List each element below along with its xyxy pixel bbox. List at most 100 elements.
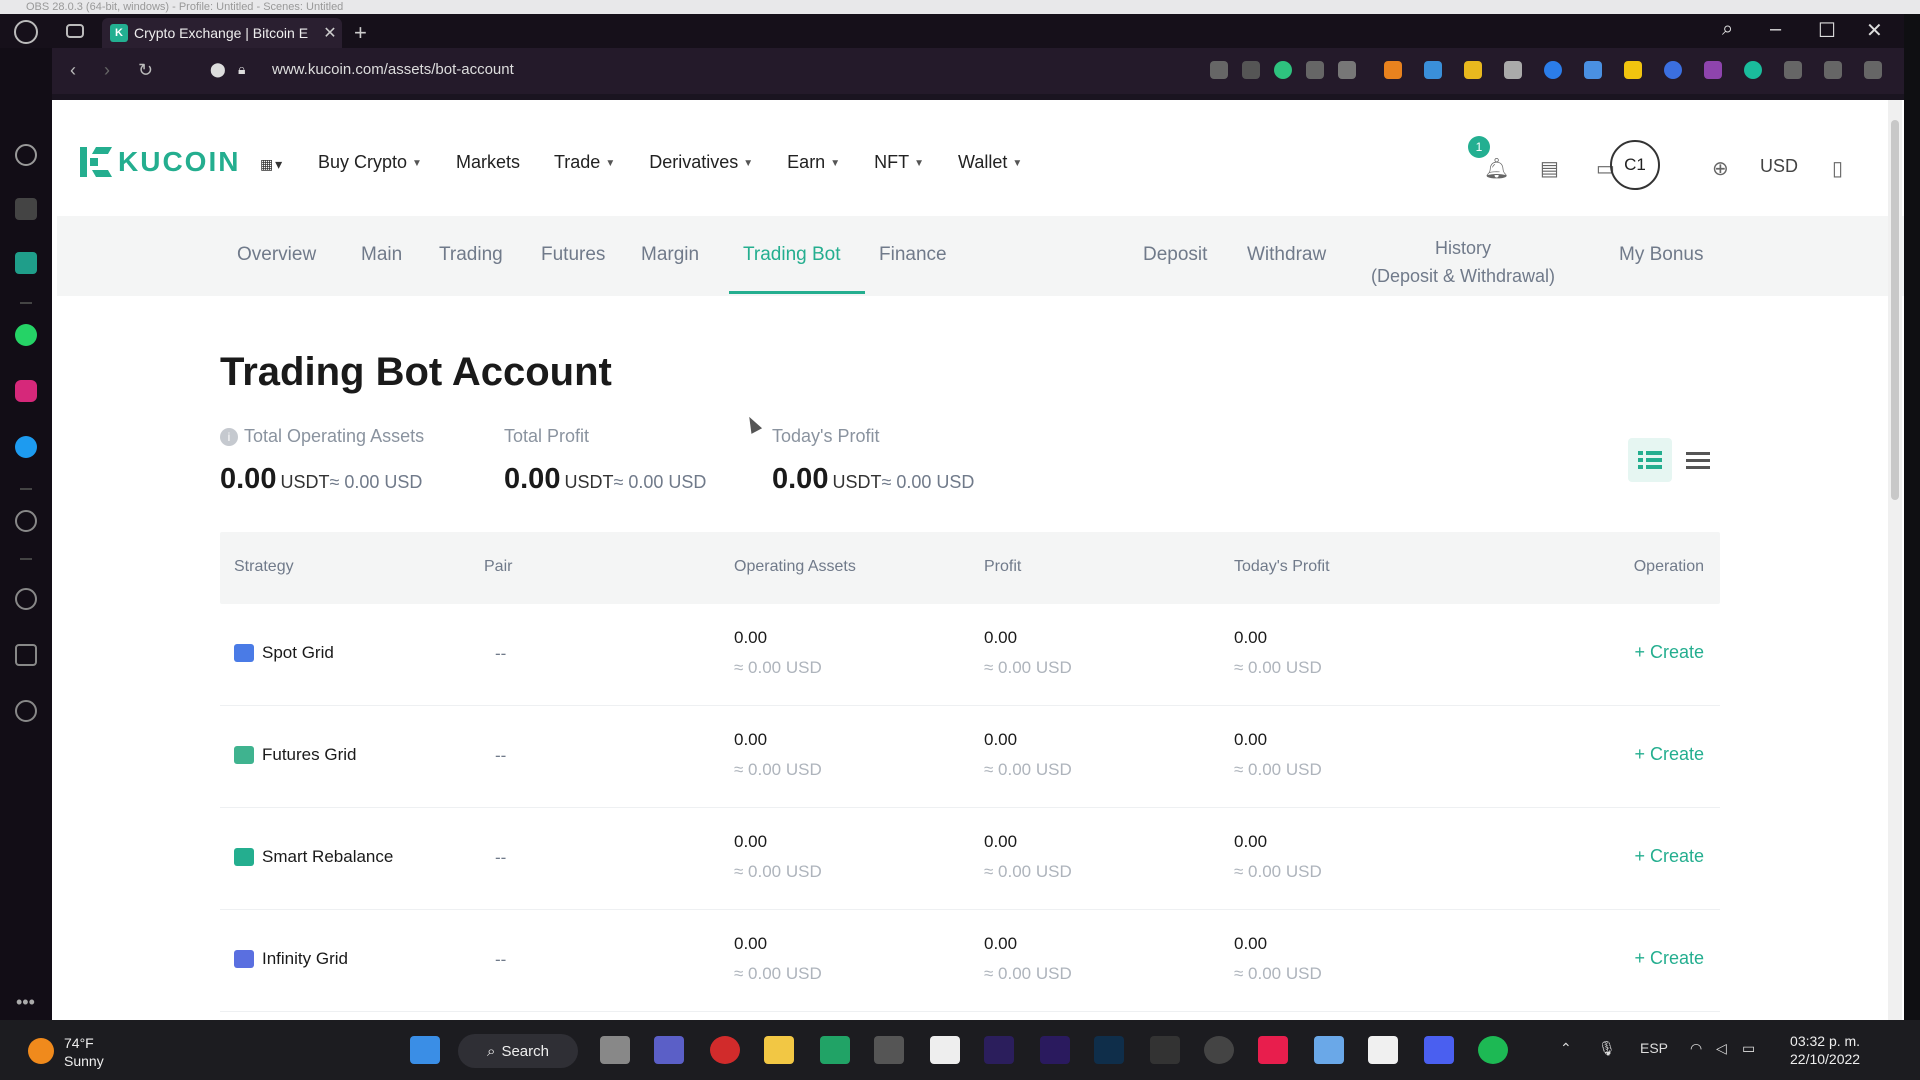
- create-button[interactable]: + Create: [1634, 846, 1704, 867]
- obs-icon[interactable]: [1204, 1036, 1234, 1064]
- capcut-icon[interactable]: [930, 1036, 960, 1064]
- settings-icon[interactable]: [15, 700, 37, 722]
- extension-icon[interactable]: [1584, 61, 1602, 79]
- app-icon[interactable]: [874, 1036, 904, 1064]
- tab-overview[interactable]: Overview: [237, 244, 316, 266]
- chat-icon[interactable]: [15, 252, 37, 274]
- download-icon[interactable]: [1824, 61, 1842, 79]
- workspace-icon[interactable]: [66, 24, 84, 38]
- url-field[interactable]: www.kucoin.com/assets/bot-account: [272, 61, 514, 78]
- opera-icon[interactable]: [710, 1036, 740, 1064]
- tab-margin[interactable]: Margin: [641, 244, 699, 266]
- extension-icon[interactable]: [1664, 61, 1682, 79]
- list-view-button[interactable]: [1676, 438, 1720, 482]
- nav-item-earn[interactable]: Earn ▼: [787, 152, 840, 173]
- create-button[interactable]: + Create: [1634, 948, 1704, 969]
- menu-icon[interactable]: [1864, 61, 1882, 79]
- tab-finance[interactable]: Finance: [879, 244, 947, 266]
- history-icon[interactable]: [15, 588, 37, 610]
- language-indicator[interactable]: ESP: [1640, 1040, 1668, 1056]
- premiere-icon[interactable]: [1040, 1036, 1070, 1064]
- create-button[interactable]: + Create: [1634, 744, 1704, 765]
- close-tab-icon[interactable]: ✕: [318, 23, 342, 43]
- tab-withdraw[interactable]: Withdraw: [1247, 244, 1326, 266]
- sun-icon[interactable]: [28, 1038, 54, 1064]
- page-scrollbar[interactable]: [1888, 100, 1902, 1020]
- file-explorer-icon[interactable]: [764, 1036, 794, 1064]
- back-icon[interactable]: ‹: [70, 60, 76, 81]
- search-tabs-icon[interactable]: ⌕: [1722, 18, 1733, 41]
- audition-icon[interactable]: [984, 1036, 1014, 1064]
- whatsapp-icon[interactable]: [15, 324, 37, 346]
- app-icon[interactable]: [1424, 1036, 1454, 1064]
- speed-dial-icon[interactable]: [15, 144, 37, 166]
- player-icon[interactable]: [15, 510, 37, 532]
- photoshop-icon[interactable]: [1094, 1036, 1124, 1064]
- twitter-icon[interactable]: [15, 436, 37, 458]
- tab-futures[interactable]: Futures: [541, 244, 605, 266]
- weather-widget[interactable]: 74°F Sunny: [64, 1034, 104, 1070]
- mic-icon[interactable]: 🎙︎: [1598, 1040, 1616, 1057]
- cube-icon[interactable]: [15, 644, 37, 666]
- forward-icon[interactable]: ›: [104, 60, 110, 81]
- apps-grid-icon[interactable]: ▦ ▾: [260, 156, 282, 173]
- cube-icon[interactable]: [1784, 61, 1802, 79]
- orders-icon[interactable]: ▤: [1540, 156, 1559, 181]
- extension-icon[interactable]: [1624, 61, 1642, 79]
- green-app-icon[interactable]: [820, 1036, 850, 1064]
- task-view-icon[interactable]: [600, 1036, 630, 1064]
- tab-main[interactable]: Main: [361, 244, 402, 266]
- nav-item-markets[interactable]: Markets: [456, 152, 520, 173]
- browser-tab[interactable]: K Crypto Exchange | Bitcoin E ✕: [102, 18, 342, 48]
- wifi-icon[interactable]: ◠: [1690, 1040, 1702, 1057]
- extension-icon[interactable]: [1744, 61, 1762, 79]
- tab-deposit[interactable]: Deposit: [1143, 244, 1207, 266]
- nav-item-wallet[interactable]: Wallet ▼: [958, 152, 1022, 173]
- extension-icon[interactable]: [1424, 61, 1442, 79]
- card-view-button[interactable]: [1628, 438, 1672, 482]
- kucoin-logo[interactable]: KUCOIN: [80, 146, 240, 178]
- battery-icon[interactable]: ▭: [1742, 1040, 1755, 1057]
- photos-icon[interactable]: [1314, 1036, 1344, 1064]
- store-icon[interactable]: [1368, 1036, 1398, 1064]
- minimize-button[interactable]: –: [1770, 18, 1781, 41]
- nav-item-buy-crypto[interactable]: Buy Crypto ▼: [318, 152, 422, 173]
- camera-icon[interactable]: [1242, 61, 1260, 79]
- scrollbar-thumb[interactable]: [1891, 120, 1899, 500]
- instagram-icon[interactable]: [15, 380, 37, 402]
- metamask-icon[interactable]: [1384, 61, 1402, 79]
- create-button[interactable]: + Create: [1634, 642, 1704, 663]
- tab-trading[interactable]: Trading: [439, 244, 503, 266]
- davinci-icon[interactable]: [1150, 1036, 1180, 1064]
- opera-menu-icon[interactable]: [14, 20, 38, 44]
- avatar[interactable]: C1: [1610, 140, 1660, 190]
- tab-history[interactable]: History (Deposit & Withdrawal): [1371, 234, 1555, 290]
- bell-icon[interactable]: 🔔︎: [1484, 156, 1509, 181]
- tiktok-icon[interactable]: [1258, 1036, 1288, 1064]
- tray-chevron-icon[interactable]: ⌃: [1560, 1040, 1572, 1057]
- heart-icon[interactable]: [1338, 61, 1356, 79]
- puzzle-icon[interactable]: [1704, 61, 1722, 79]
- location-pin-icon[interactable]: ⬤: [210, 61, 226, 78]
- teams-chat-icon[interactable]: [654, 1036, 684, 1064]
- reload-icon[interactable]: ↻: [138, 60, 153, 81]
- volume-icon[interactable]: ◁: [1716, 1040, 1727, 1057]
- taskbar-search[interactable]: ⌕ Search: [458, 1034, 578, 1068]
- extension-icon[interactable]: [1544, 61, 1562, 79]
- close-window-button[interactable]: ✕: [1866, 18, 1883, 43]
- tab-trading-bot[interactable]: Trading Bot: [743, 244, 841, 266]
- currency-selector[interactable]: USD: [1760, 156, 1798, 177]
- share-icon[interactable]: [1210, 61, 1228, 79]
- shopping-icon[interactable]: [15, 198, 37, 220]
- extension-icon[interactable]: [1464, 61, 1482, 79]
- download-app-icon[interactable]: ▯: [1832, 156, 1843, 181]
- shield-icon[interactable]: [1274, 61, 1292, 79]
- lock-icon[interactable]: 🔒︎: [238, 61, 245, 78]
- tab-my-bonus[interactable]: My Bonus: [1619, 244, 1703, 266]
- nav-item-trade[interactable]: Trade ▼: [554, 152, 615, 173]
- nav-item-nft[interactable]: NFT ▼: [874, 152, 924, 173]
- globe-icon[interactable]: ⊕: [1712, 156, 1729, 181]
- maximize-button[interactable]: ☐: [1818, 18, 1836, 43]
- more-icon[interactable]: •••: [16, 992, 35, 1013]
- system-clock[interactable]: 03:32 p. m. 22/10/2022: [1790, 1032, 1860, 1068]
